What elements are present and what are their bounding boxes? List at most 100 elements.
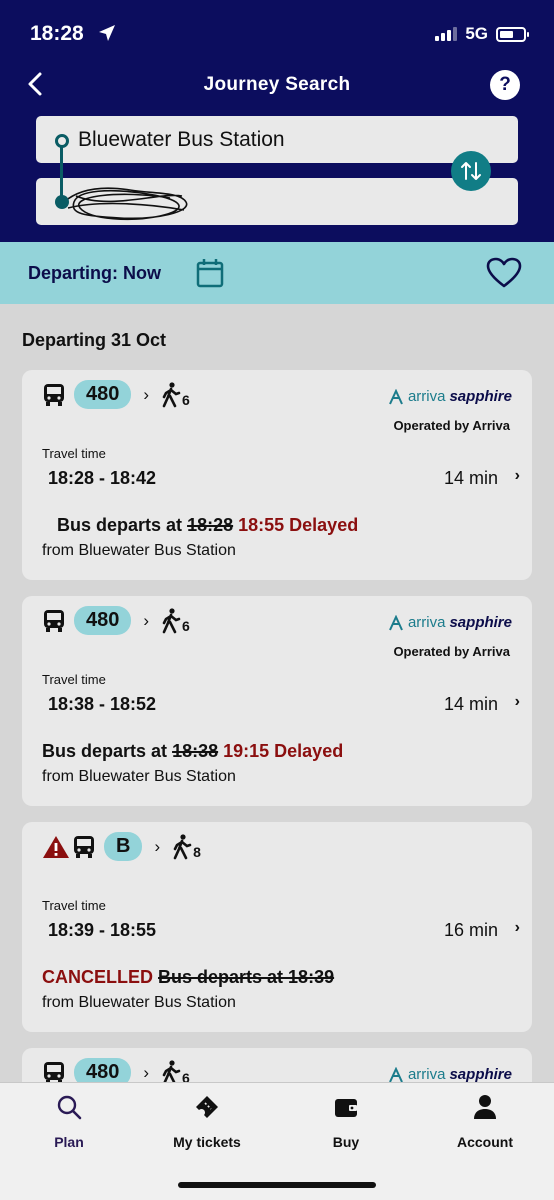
route-badge: 480: [74, 380, 132, 409]
walk-leg: 8: [172, 833, 201, 860]
signal-icon: [435, 27, 458, 41]
home-indicator: [178, 1182, 376, 1188]
route-badge: 480: [74, 1058, 132, 1082]
date-header: Departing 31 Oct: [22, 330, 167, 350]
arriva-logo-icon: [389, 388, 403, 404]
route-badge: 480: [74, 606, 132, 635]
travel-time-label: Travel time: [42, 672, 106, 687]
status-indicators: 5G: [435, 24, 529, 44]
chevron-right-icon: ›: [154, 836, 161, 856]
travel-time-range: 18:28 - 18:42: [48, 468, 157, 488]
departure-time-bar[interactable]: Departing: Now: [0, 242, 554, 304]
walk-minutes: 8: [193, 843, 201, 860]
walk-leg: 6: [161, 1059, 190, 1083]
walk-minutes: 6: [182, 1069, 190, 1083]
chevron-right-icon[interactable]: ›: [515, 919, 520, 937]
delayed-time: 19:15 Delayed: [223, 741, 344, 761]
departure-stop: from Bluewater Bus Station: [42, 768, 236, 785]
swap-arrows-icon: [461, 162, 481, 180]
location-arrow-icon: [99, 25, 115, 41]
wallet-icon: [335, 1099, 357, 1117]
swap-button[interactable]: [451, 151, 491, 191]
operated-by: Operated by Arriva: [393, 644, 510, 659]
journey-card[interactable]: B › 8 Travel time 18:39 - 18:55 16 min ›…: [22, 822, 532, 1032]
chevron-right-icon[interactable]: ›: [515, 467, 520, 485]
journey-card[interactable]: 480 › 6 arriva sapphire Operated by Arriv…: [22, 370, 532, 580]
departure-stop: from Bluewater Bus Station: [42, 994, 236, 1011]
warning-icon: [43, 835, 69, 858]
delayed-time: 18:55 Delayed: [238, 515, 359, 535]
operator-logo: arriva sapphire: [388, 1066, 512, 1082]
travel-time-range: 18:38 - 18:52: [48, 694, 157, 714]
walking-person-icon: [162, 381, 181, 407]
travel-time-label: Travel time: [42, 446, 106, 461]
chevron-right-icon: ›: [143, 1062, 150, 1082]
page-title: Journey Search: [203, 74, 351, 95]
tab-plan[interactable]: Plan: [9, 1093, 129, 1150]
journey-legs: 480 › 6: [42, 1058, 190, 1082]
ticket-icon: [196, 1096, 218, 1118]
journey-duration: 14 min: [443, 694, 498, 714]
journey-legs: 480 › 6: [42, 606, 190, 635]
cancelled-label: CANCELLED: [42, 967, 153, 987]
arriva-logo-icon: [389, 614, 403, 630]
walk-minutes: 6: [182, 391, 190, 408]
scheduled-time: 18:38: [172, 741, 219, 761]
operator-logo: arriva sapphire: [388, 388, 512, 405]
arriva-logo-icon: [389, 1066, 403, 1082]
tab-account[interactable]: Account: [425, 1093, 545, 1150]
departure-status: Bus departs at 18:28 18:55 Delayed: [57, 515, 359, 535]
bus-icon: [44, 1061, 64, 1082]
route-start-marker: [55, 134, 69, 148]
travel-time-label: Travel time: [42, 898, 106, 913]
route-end-marker: [55, 195, 69, 209]
walking-person-icon: [173, 833, 192, 859]
tab-label: Account: [457, 1134, 513, 1150]
journey-card[interactable]: 480 › 6 arriva sapphire Operated by Arriv…: [22, 596, 532, 806]
journey-duration: 14 min: [443, 468, 498, 488]
chevron-right-icon: ›: [143, 384, 150, 404]
search-icon: [57, 1095, 82, 1120]
walk-leg: 6: [161, 607, 190, 634]
battery-icon: [496, 26, 529, 42]
travel-time-range: 18:39 - 18:55: [48, 920, 157, 940]
cancelled-departure: Bus departs at 18:39: [158, 967, 335, 987]
tab-label: Plan: [54, 1134, 84, 1150]
bus-icon: [74, 835, 94, 858]
tab-my-tickets[interactable]: My tickets: [147, 1093, 267, 1150]
journey-card[interactable]: 480 › 6 arriva sapphire: [22, 1048, 532, 1082]
network-label: 5G: [465, 24, 488, 43]
walking-person-icon: [162, 1059, 181, 1082]
departure-stop: from Bluewater Bus Station: [42, 542, 236, 559]
from-field[interactable]: Bluewater Bus Station: [36, 116, 518, 163]
status-time: 18:28: [30, 22, 84, 45]
person-icon: [474, 1095, 496, 1119]
journey-duration: 16 min: [443, 920, 498, 940]
operator-logo: arriva sapphire: [388, 614, 512, 631]
departure-status: Bus departs at 18:38 19:15 Delayed: [42, 741, 344, 761]
departure-status: CANCELLED Bus departs at 18:39: [42, 967, 334, 988]
chevron-right-icon: ›: [143, 610, 150, 630]
scheduled-time: 18:28: [187, 515, 234, 535]
route-badge: B: [104, 832, 143, 861]
tab-label: Buy: [332, 1134, 360, 1150]
favourite-heart-icon[interactable]: [486, 257, 522, 289]
journey-results-list[interactable]: Departing 31 Oct 480 › 6 arriva sapphire …: [0, 304, 554, 1082]
route-connector: [60, 147, 63, 197]
help-button[interactable]: ?: [490, 70, 520, 100]
journey-legs: 480 › 6: [42, 380, 190, 409]
bus-icon: [44, 383, 64, 406]
walk-minutes: 6: [182, 617, 190, 634]
calendar-icon[interactable]: [196, 258, 224, 288]
bus-icon: [44, 609, 64, 632]
redacted-scribble: [63, 187, 188, 221]
chevron-right-icon[interactable]: ›: [515, 693, 520, 711]
tab-label: My tickets: [173, 1134, 241, 1150]
walk-leg: 6: [161, 381, 190, 408]
header: 18:28 5G Journey Search ? Bluewater Bus …: [0, 0, 554, 242]
operated-by: Operated by Arriva: [393, 418, 510, 433]
journey-legs: B › 8: [42, 832, 201, 861]
departing-label: Departing: Now: [28, 263, 161, 283]
tab-buy[interactable]: Buy: [286, 1093, 406, 1150]
walking-person-icon: [162, 607, 181, 633]
